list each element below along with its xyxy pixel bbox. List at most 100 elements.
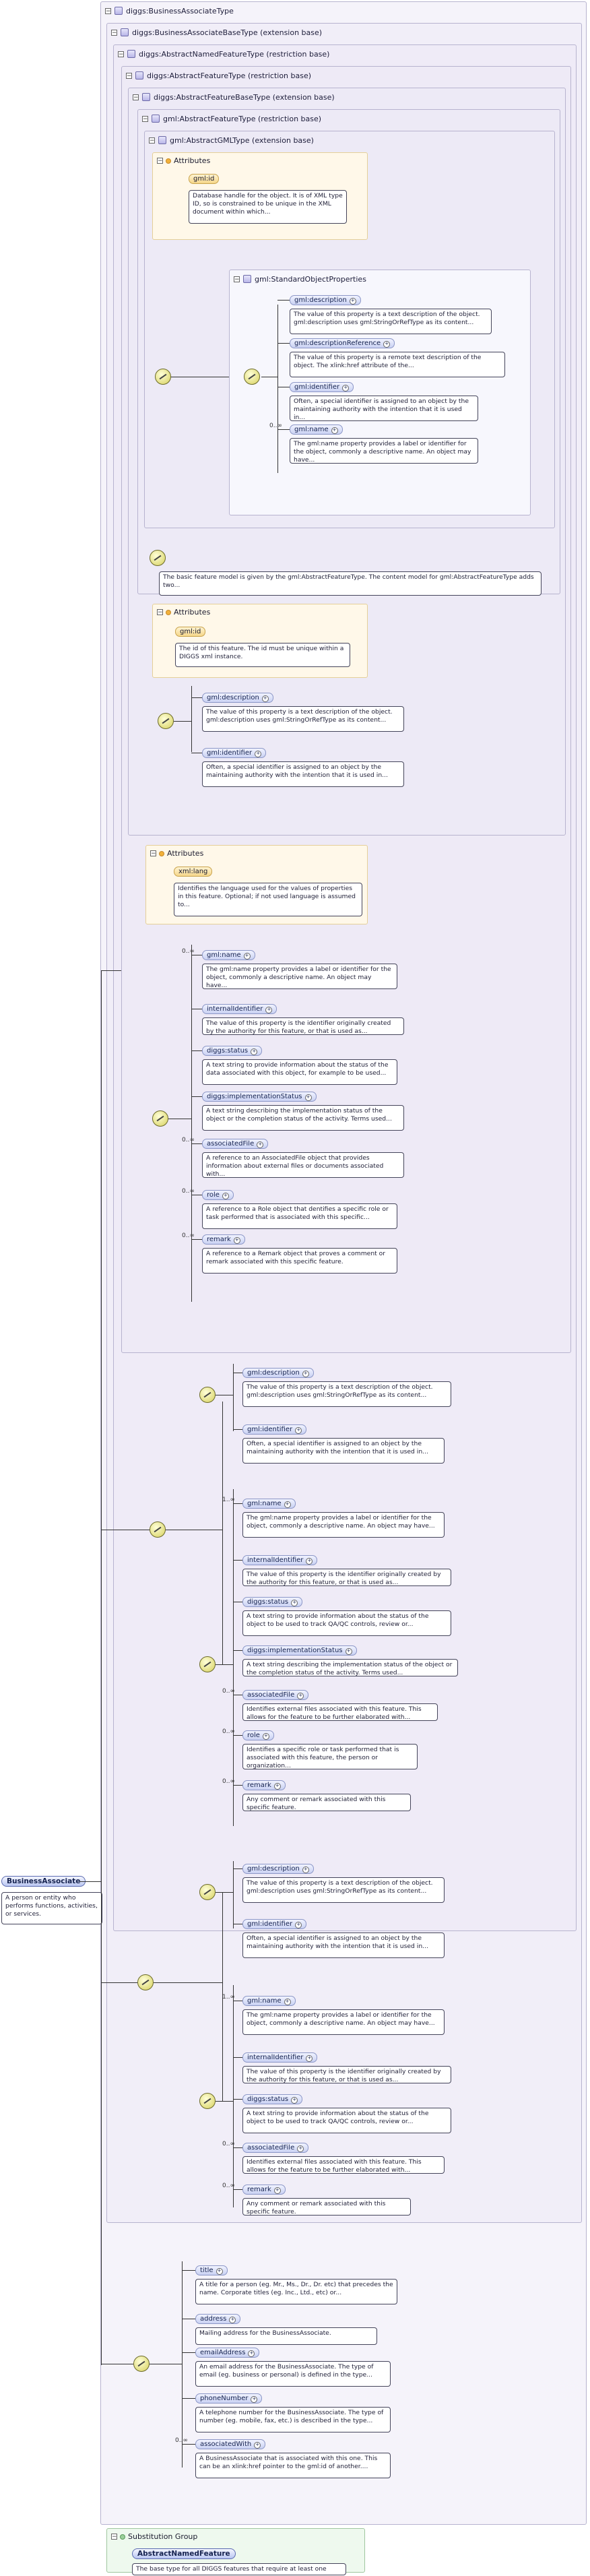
expand-icon[interactable]: +: [284, 1501, 291, 1508]
collapse-toggle[interactable]: −: [105, 7, 111, 14]
expand-icon[interactable]: +: [342, 385, 350, 391]
expand-icon[interactable]: +: [248, 2350, 255, 2357]
attribute-xml-lang[interactable]: xml:lang: [174, 867, 213, 877]
element-associatedfile[interactable]: associatedFile +: [242, 1690, 309, 1700]
expand-icon[interactable]: +: [273, 2187, 281, 2194]
substitution-head-element[interactable]: AbstractNamedFeature: [132, 2548, 236, 2559]
element-label: internalIdentifier: [247, 2054, 304, 2061]
element-gml-description[interactable]: gml:description +: [242, 1368, 314, 1378]
collapse-toggle[interactable]: −: [142, 115, 148, 122]
attribute-gml-id[interactable]: gml:id: [189, 174, 220, 184]
element-gml-identifier[interactable]: gml:identifier +: [290, 382, 354, 392]
element-internalidentifier[interactable]: internalIdentifier +: [202, 1004, 277, 1014]
group-icon: [243, 275, 251, 283]
expand-icon[interactable]: +: [261, 695, 269, 702]
expand-icon[interactable]: +: [291, 2097, 298, 2104]
collapse-toggle[interactable]: −: [133, 94, 139, 100]
expand-icon[interactable]: +: [251, 2396, 258, 2403]
expand-icon[interactable]: +: [306, 2055, 313, 2062]
expand-icon[interactable]: +: [302, 1866, 309, 1873]
collapse-toggle[interactable]: −: [157, 609, 163, 616]
sequence-icon: [158, 713, 174, 729]
expand-icon[interactable]: +: [257, 1141, 264, 1148]
collapse-toggle[interactable]: −: [149, 137, 155, 144]
element-label: diggs:implementationStatus: [207, 1093, 302, 1100]
element-gml-name[interactable]: gml:name +: [242, 1996, 296, 2006]
expand-icon[interactable]: +: [349, 298, 356, 305]
element-associatedfile[interactable]: associatedFile +: [242, 2143, 309, 2153]
root-element-business-associate[interactable]: BusinessAssociate: [1, 1876, 86, 1887]
element-description: A text string describing the implementat…: [242, 1659, 458, 1676]
occurrence-label: 0..∞: [269, 422, 282, 429]
expand-icon[interactable]: +: [251, 1048, 258, 1055]
element-gml-description[interactable]: gml:description +: [242, 1864, 314, 1874]
expand-icon[interactable]: +: [302, 1371, 309, 1377]
element-internalidentifier[interactable]: internalIdentifier +: [242, 1555, 318, 1565]
element-gml-description[interactable]: gml:description +: [290, 295, 361, 305]
expand-icon[interactable]: +: [345, 1648, 352, 1655]
element-diggs-implementationstatus[interactable]: diggs:implementationStatus +: [202, 1092, 317, 1102]
element-gml-name[interactable]: gml:name +: [202, 950, 255, 960]
expand-icon[interactable]: +: [383, 341, 391, 348]
element-title[interactable]: title +: [195, 2265, 228, 2275]
collapse-toggle[interactable]: −: [118, 51, 124, 57]
expand-icon[interactable]: +: [233, 1237, 240, 1244]
element-remark[interactable]: remark +: [242, 2185, 286, 2195]
expand-icon[interactable]: +: [273, 1783, 281, 1790]
expand-icon[interactable]: +: [295, 1922, 302, 1928]
element-gml-identifier[interactable]: gml:identifier +: [242, 1424, 307, 1435]
attributes-icon: [159, 850, 164, 856]
element-gml-name[interactable]: gml:name +: [290, 425, 343, 435]
element-gml-identifier[interactable]: gml:identifier +: [242, 1919, 307, 1929]
element-diggs-implementationstatus[interactable]: diggs:implementationStatus +: [242, 1645, 357, 1656]
expand-icon[interactable]: +: [262, 1733, 269, 1740]
expand-icon[interactable]: +: [297, 2145, 304, 2152]
expand-icon[interactable]: +: [295, 1427, 302, 1434]
element-label: gml:name: [207, 951, 241, 959]
expand-icon[interactable]: +: [297, 1693, 304, 1699]
collapse-toggle[interactable]: −: [111, 2534, 117, 2540]
expand-icon[interactable]: +: [331, 427, 338, 434]
collapse-toggle[interactable]: −: [150, 850, 156, 857]
element-diggs-status[interactable]: diggs:status +: [202, 1046, 263, 1056]
element-role[interactable]: role +: [202, 1190, 234, 1200]
expand-icon[interactable]: +: [291, 1600, 298, 1606]
element-gml-name[interactable]: gml:name +: [242, 1499, 296, 1509]
element-address[interactable]: address +: [195, 2314, 241, 2324]
collapse-toggle[interactable]: −: [157, 158, 163, 164]
expand-icon[interactable]: +: [265, 1007, 273, 1013]
element-remark[interactable]: remark +: [202, 1234, 245, 1245]
element-gml-identifier[interactable]: gml:identifier +: [202, 748, 267, 758]
element-phonenumber[interactable]: phoneNumber +: [195, 2393, 263, 2404]
element-label: diggs:status: [247, 2096, 289, 2103]
collapse-toggle[interactable]: −: [111, 29, 117, 36]
element-emailaddress[interactable]: emailAddress +: [195, 2348, 260, 2358]
element-label: gml:name: [247, 1997, 282, 2005]
expand-icon[interactable]: +: [254, 2442, 261, 2449]
collapse-toggle[interactable]: −: [126, 72, 132, 79]
element-description: The gml:name property provides a label o…: [242, 1512, 445, 1538]
expand-icon[interactable]: +: [216, 2268, 223, 2275]
expand-icon[interactable]: +: [304, 1094, 312, 1101]
type-label: diggs:AbstractFeatureBaseType (extension…: [154, 92, 335, 102]
element-associatedwith[interactable]: associatedWith +: [195, 2439, 266, 2449]
expand-icon[interactable]: +: [306, 1558, 313, 1565]
element-gml-descriptionreference[interactable]: gml:descriptionReference +: [290, 338, 395, 348]
element-diggs-status[interactable]: diggs:status +: [242, 2094, 303, 2104]
element-remark[interactable]: remark +: [242, 1780, 286, 1790]
type-description: The basic feature model is given by the …: [159, 571, 542, 596]
element-associatedfile[interactable]: associatedFile +: [202, 1139, 269, 1149]
element-role[interactable]: role +: [242, 1730, 274, 1740]
expand-icon[interactable]: +: [229, 2317, 236, 2323]
element-diggs-status[interactable]: diggs:status +: [242, 1597, 303, 1607]
element-description: A text string to provide information abo…: [202, 1059, 397, 1085]
expand-icon[interactable]: +: [284, 1999, 291, 2005]
collapse-toggle[interactable]: −: [234, 276, 240, 282]
element-gml-description[interactable]: gml:description +: [202, 693, 273, 703]
expand-icon[interactable]: +: [222, 1193, 229, 1199]
element-internalidentifier[interactable]: internalIdentifier +: [242, 2052, 318, 2063]
expand-icon[interactable]: +: [255, 751, 262, 757]
expand-icon[interactable]: +: [243, 953, 251, 960]
element-description: The value of this property is a text des…: [202, 706, 404, 732]
attribute-gml-id[interactable]: gml:id: [175, 627, 206, 637]
